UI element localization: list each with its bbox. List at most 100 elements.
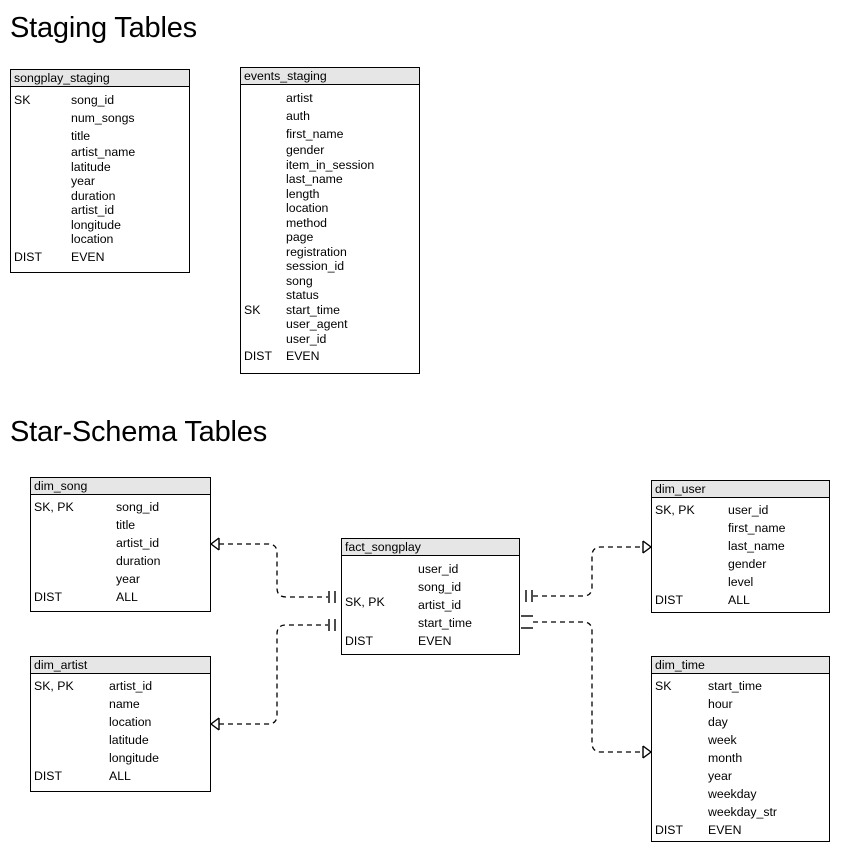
row-key: SK, PK	[34, 679, 74, 693]
row-attribute: name	[109, 697, 140, 711]
table-row: SK start_time	[241, 303, 419, 318]
row-key: SK, PK	[655, 503, 695, 517]
row-attribute: week	[708, 733, 737, 747]
row-attribute: hour	[708, 697, 733, 711]
entity-fact-songplay[interactable]: fact_songplay SK, PK user_id song_id art…	[341, 538, 520, 655]
table-row: first_name	[652, 519, 829, 537]
row-attribute: ALL	[109, 769, 131, 783]
row-attribute: year	[71, 174, 95, 188]
entity-dim-artist[interactable]: dim_artist SK, PK artist_id name locatio…	[30, 656, 211, 792]
table-row: artist_id	[31, 534, 210, 552]
row-key: DIST	[34, 590, 63, 604]
table-row: name	[31, 695, 210, 713]
row-attribute: num_songs	[71, 111, 135, 125]
row-attribute: weekday_str	[708, 805, 778, 819]
table-row: method	[241, 216, 419, 231]
entity-events-staging[interactable]: events_staging artist auth first_name ge…	[240, 67, 420, 374]
table-row: SK, PK user_id	[652, 501, 829, 519]
table-row: year	[31, 570, 210, 588]
row-key: SK	[655, 679, 672, 693]
table-row: day	[652, 713, 829, 731]
entity-header-dim-user: dim_user	[652, 481, 829, 498]
table-row-dist: DIST EVEN	[342, 632, 519, 650]
table-row: page	[241, 230, 419, 245]
table-row: title	[11, 127, 189, 145]
row-attribute: auth	[286, 109, 310, 123]
row-attribute: song	[286, 273, 313, 288]
entity-header-songplay-staging: songplay_staging	[11, 70, 189, 87]
table-row: user_id	[342, 560, 519, 578]
row-attribute: user_agent	[286, 317, 348, 331]
table-row: user_agent	[241, 317, 419, 332]
row-attribute: latitude	[71, 159, 111, 174]
table-row: first_name	[241, 125, 419, 143]
row-attribute: method	[286, 215, 328, 230]
row-attribute: status	[286, 288, 319, 302]
table-row: song_id	[342, 578, 519, 596]
table-row: week	[652, 731, 829, 749]
entity-dim-user[interactable]: dim_user SK, PK user_id first_name last_…	[651, 480, 830, 613]
row-attribute: longitude	[109, 751, 159, 765]
row-attribute: user_id	[728, 503, 769, 517]
diagram-canvas: Staging Tables Star-Schema Tables songpl…	[0, 0, 841, 855]
row-attribute: last_name	[286, 172, 343, 186]
table-row: SK start_time	[652, 677, 829, 695]
entity-body-songplay-staging: SK song_id num_songs title artist_name l…	[11, 87, 189, 267]
row-key: DIST	[655, 823, 684, 837]
table-row: longitude	[31, 749, 210, 767]
row-attribute: artist_name	[71, 145, 136, 159]
row-key: DIST	[655, 593, 684, 607]
entity-header-dim-artist: dim_artist	[31, 657, 210, 674]
table-row: latitude	[11, 160, 189, 175]
entity-header-fact-songplay: fact_songplay	[342, 539, 519, 556]
row-key: DIST	[345, 634, 374, 648]
row-attribute: gender	[286, 143, 325, 157]
table-row: song	[241, 274, 419, 289]
table-row: year	[11, 174, 189, 189]
table-row: gender	[652, 555, 829, 573]
row-attribute: user_id	[418, 562, 459, 576]
table-row: latitude	[31, 731, 210, 749]
entity-body-events-staging: artist auth first_name gender item_in_se…	[241, 85, 419, 366]
entity-dim-time[interactable]: dim_time SK start_time hour day week mon…	[651, 656, 830, 842]
row-attribute: registration	[286, 244, 347, 259]
row-attribute: duration	[71, 188, 116, 203]
row-attribute: first_name	[286, 127, 344, 141]
table-row: level	[652, 573, 829, 591]
table-row: hour	[652, 695, 829, 713]
row-key: DIST	[34, 769, 63, 783]
table-row: num_songs	[11, 109, 189, 127]
entity-header-dim-time: dim_time	[652, 657, 829, 674]
table-row: last_name	[241, 172, 419, 187]
entity-header-events-staging: events_staging	[241, 68, 419, 85]
row-attribute: EVEN	[708, 823, 742, 837]
row-attribute: song_id	[71, 93, 115, 107]
relationship-fact-songplay-dim-time	[521, 615, 653, 759]
row-attribute: artist_id	[71, 203, 115, 217]
entity-body-dim-user: SK, PK user_id first_name last_name gend…	[652, 498, 829, 609]
relationship-dim-song-fact-songplay	[209, 537, 336, 603]
row-attribute: song_id	[116, 500, 160, 514]
row-attribute: location	[109, 715, 152, 729]
row-attribute: last_name	[728, 539, 785, 553]
table-row-dist: DIST EVEN	[241, 346, 419, 366]
row-attribute: length	[286, 186, 320, 201]
entity-songplay-staging[interactable]: songplay_staging SK song_id num_songs ti…	[10, 69, 190, 273]
row-attribute: longitude	[71, 217, 121, 232]
row-attribute: artist	[286, 91, 313, 105]
table-row: user_id	[241, 332, 419, 347]
entity-dim-song[interactable]: dim_song SK, PK song_id title artist_id …	[30, 477, 211, 612]
table-row-dist: DIST EVEN	[11, 247, 189, 267]
star-schema-section-title: Star-Schema Tables	[10, 416, 267, 448]
row-attribute: year	[708, 769, 732, 783]
table-row: year	[652, 767, 829, 785]
table-row: location	[31, 713, 210, 731]
table-row: length	[241, 187, 419, 202]
table-row: weekday	[652, 785, 829, 803]
row-attribute: start_time	[708, 679, 762, 693]
row-attribute: month	[708, 751, 743, 765]
staging-section-title: Staging Tables	[10, 12, 197, 44]
row-attribute: title	[116, 518, 136, 532]
row-key: DIST	[244, 349, 273, 363]
table-row-dist: DIST ALL	[31, 767, 210, 785]
